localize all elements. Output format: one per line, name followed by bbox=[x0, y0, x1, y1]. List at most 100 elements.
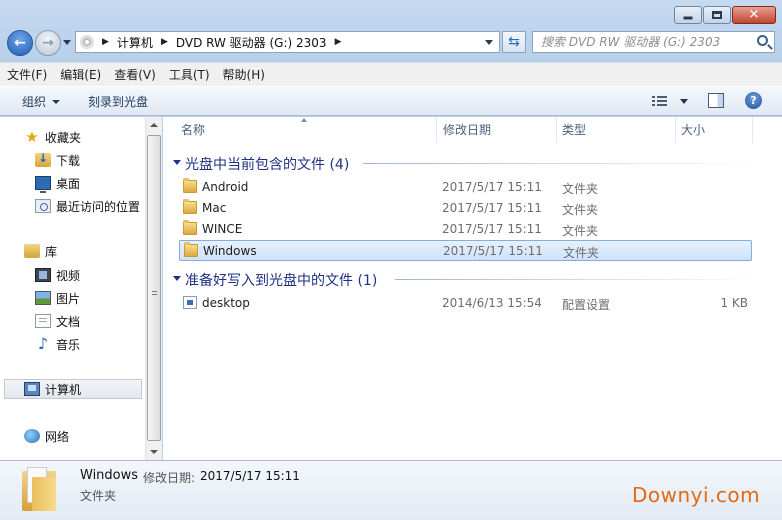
nav-network[interactable]: 网络 bbox=[0, 426, 145, 446]
navigation-scrollbar[interactable] bbox=[145, 117, 162, 460]
modified-date-value: 2017/5/17 15:11 bbox=[200, 469, 300, 483]
file-modified: 2017/5/17 15:11 bbox=[442, 201, 542, 215]
file-type: 配置设置 bbox=[562, 298, 611, 312]
close-button[interactable]: ✕ bbox=[732, 6, 776, 24]
file-row-windows[interactable]: Windows 2017/5/17 15:11 文件夹 bbox=[179, 240, 752, 261]
refresh-icon: ⇆ bbox=[508, 34, 520, 50]
nav-downloads[interactable]: 下载 bbox=[0, 150, 145, 170]
file-size: 1 KB bbox=[720, 296, 748, 310]
nav-videos[interactable]: 视频 bbox=[0, 265, 145, 285]
modified-date-label: 修改日期: bbox=[143, 471, 196, 485]
library-icon bbox=[24, 244, 40, 258]
nav-libraries[interactable]: 库 bbox=[0, 241, 145, 261]
maximize-button[interactable] bbox=[703, 6, 731, 24]
burn-to-disc-button[interactable]: 刻录到光盘 bbox=[82, 93, 154, 110]
nav-label: 网络 bbox=[45, 429, 70, 444]
nav-computer[interactable]: 计算机 bbox=[4, 379, 142, 399]
disc-drive-icon bbox=[80, 35, 94, 49]
group-header-pending-files[interactable]: 准备好写入到光盘中的文件 (1) bbox=[185, 270, 377, 290]
file-modified: 2017/5/17 15:11 bbox=[442, 222, 542, 236]
column-header-type[interactable]: 类型 bbox=[556, 117, 676, 143]
back-button[interactable]: ← bbox=[7, 30, 33, 56]
nav-recent-places[interactable]: 最近访问的位置 bbox=[0, 196, 145, 216]
file-name: desktop bbox=[202, 296, 250, 310]
file-type: 文件夹 bbox=[562, 224, 599, 238]
downloads-folder-icon bbox=[35, 151, 51, 167]
organize-button[interactable]: 组织 bbox=[16, 93, 66, 110]
address-dropdown-icon[interactable] bbox=[485, 40, 493, 45]
search-input[interactable] bbox=[541, 32, 756, 52]
file-row-desktop[interactable]: desktop 2014/6/13 15:54 配置设置 1 KB bbox=[179, 293, 752, 314]
breadcrumb-separator-icon[interactable]: ▶ bbox=[335, 37, 342, 47]
folder-icon bbox=[183, 220, 197, 235]
minimize-icon bbox=[683, 16, 693, 20]
collapse-group-icon[interactable] bbox=[173, 276, 181, 281]
video-icon bbox=[35, 268, 51, 282]
search-box bbox=[532, 31, 775, 53]
window-controls: ✕ bbox=[673, 6, 776, 24]
column-header-size[interactable]: 大小 bbox=[675, 117, 753, 143]
nav-label: 音乐 bbox=[56, 337, 81, 352]
nav-label: 下载 bbox=[56, 153, 81, 168]
pictures-icon bbox=[35, 291, 51, 305]
nav-label: 最近访问的位置 bbox=[56, 199, 141, 214]
details-pane: Windows 修改日期: 2017/5/17 15:11 文件夹 Downyi… bbox=[0, 460, 782, 520]
breadcrumb-separator-icon[interactable]: ▶ bbox=[161, 37, 168, 47]
nav-label: 计算机 bbox=[45, 382, 82, 397]
nav-pictures[interactable]: 图片 bbox=[0, 288, 145, 308]
help-button[interactable]: ? bbox=[745, 92, 762, 109]
menu-tools[interactable]: 工具(T) bbox=[169, 66, 210, 83]
music-note-icon: ♪ bbox=[37, 334, 49, 353]
scroll-up-icon[interactable] bbox=[150, 123, 158, 127]
nav-documents[interactable]: 文档 bbox=[0, 311, 145, 331]
file-type: 文件夹 bbox=[562, 203, 599, 217]
file-type: 文件夹 bbox=[562, 182, 599, 196]
help-icon: ? bbox=[750, 94, 757, 107]
nav-label: 桌面 bbox=[56, 176, 81, 191]
group-header-current-files[interactable]: 光盘中当前包含的文件 (4) bbox=[185, 154, 349, 174]
file-modified: 2014/6/13 15:54 bbox=[442, 296, 542, 310]
configuration-file-icon bbox=[183, 296, 197, 309]
file-name: Windows bbox=[203, 244, 257, 258]
breadcrumb-drive[interactable]: DVD RW 驱动器 (G:) 2303 bbox=[176, 34, 327, 51]
preview-pane-button[interactable] bbox=[708, 93, 724, 108]
nav-label: 图片 bbox=[56, 291, 81, 306]
chevron-down-icon bbox=[52, 100, 61, 104]
breadcrumb-separator-icon[interactable]: ▶ bbox=[102, 37, 109, 47]
nav-label: 视频 bbox=[56, 268, 81, 283]
change-view-button[interactable] bbox=[652, 94, 692, 110]
menu-view[interactable]: 查看(V) bbox=[114, 66, 156, 83]
collapse-group-icon[interactable] bbox=[173, 160, 181, 165]
computer-icon bbox=[24, 382, 40, 396]
search-icon[interactable] bbox=[757, 35, 768, 46]
address-bar[interactable]: ▶ 计算机 ▶ DVD RW 驱动器 (G:) 2303 ▶ bbox=[75, 31, 500, 53]
file-name: WINCE bbox=[202, 222, 243, 236]
menu-edit[interactable]: 编辑(E) bbox=[60, 66, 101, 83]
documents-icon bbox=[35, 314, 51, 328]
recent-pages-dropdown[interactable] bbox=[63, 40, 71, 45]
nav-music[interactable]: ♪ 音乐 bbox=[0, 334, 145, 354]
organize-label: 组织 bbox=[22, 94, 47, 109]
scroll-down-icon[interactable] bbox=[150, 450, 158, 454]
file-modified: 2017/5/17 15:11 bbox=[442, 180, 542, 194]
column-header-name[interactable]: 名称 bbox=[175, 117, 437, 143]
menu-help[interactable]: 帮助(H) bbox=[223, 66, 265, 83]
file-row-mac[interactable]: Mac 2017/5/17 15:11 文件夹 bbox=[179, 198, 752, 219]
file-row-wince[interactable]: WINCE 2017/5/17 15:11 文件夹 bbox=[179, 219, 752, 240]
minimize-button[interactable] bbox=[674, 6, 702, 24]
grip-icon bbox=[152, 291, 157, 297]
forward-button[interactable]: → bbox=[35, 30, 61, 56]
scrollbar-thumb[interactable] bbox=[147, 135, 161, 441]
large-folder-icon bbox=[22, 467, 56, 511]
column-header-modified[interactable]: 修改日期 bbox=[437, 117, 557, 143]
file-name: Android bbox=[202, 180, 249, 194]
nav-label: 文档 bbox=[56, 314, 81, 329]
refresh-button[interactable]: ⇆ bbox=[502, 31, 526, 53]
nav-favorites[interactable]: ★ 收藏夹 bbox=[0, 127, 145, 147]
file-modified: 2017/5/17 15:11 bbox=[443, 244, 543, 258]
breadcrumb-computer[interactable]: 计算机 bbox=[117, 34, 153, 51]
menu-file[interactable]: 文件(F) bbox=[7, 66, 47, 83]
file-row-android[interactable]: Android 2017/5/17 15:11 文件夹 bbox=[179, 177, 752, 198]
file-name: Mac bbox=[202, 201, 227, 215]
nav-desktop[interactable]: 桌面 bbox=[0, 173, 145, 193]
